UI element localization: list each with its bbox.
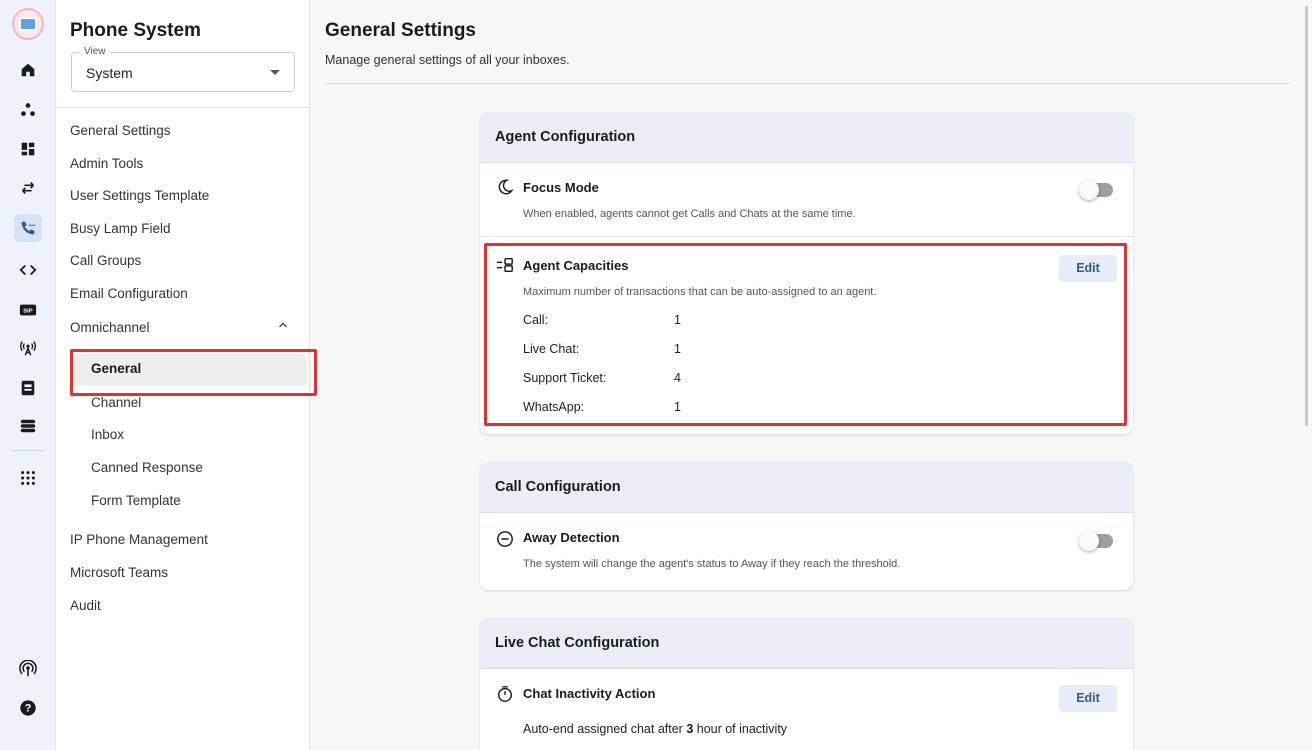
agent-configuration-header: Agent Configuration: [480, 112, 1133, 163]
chat-inactivity-title: Chat Inactivity Action: [523, 686, 656, 701]
app-logo[interactable]: [12, 8, 44, 40]
svg-text:?: ?: [25, 703, 32, 715]
chevron-up-icon[interactable]: [278, 320, 288, 330]
caret-down-icon: [270, 70, 280, 75]
app-rail: SIP ?: [0, 0, 56, 750]
home-icon[interactable]: [14, 56, 42, 84]
antenna-icon[interactable]: [14, 334, 42, 362]
transfer-icon[interactable]: [14, 174, 42, 202]
servers-icon[interactable]: [14, 412, 42, 440]
help-icon[interactable]: ?: [14, 694, 42, 722]
away-detection-title: Away Detection: [523, 530, 620, 545]
header-divider: [325, 83, 1290, 84]
call-configuration-card: Call Configuration Away Detection The sy…: [480, 462, 1133, 590]
view-select[interactable]: View System: [71, 46, 295, 92]
toggle-knob: [1079, 531, 1099, 551]
sidebar-item-ip-phone-management[interactable]: IP Phone Management: [70, 530, 208, 550]
focus-mode-title: Focus Mode: [523, 180, 599, 195]
sidebar-item-call-groups[interactable]: Call Groups: [70, 251, 141, 271]
moon-icon: [498, 179, 514, 195]
focus-mode-toggle[interactable]: [1079, 180, 1113, 200]
minus-circle-icon: [497, 531, 513, 547]
away-detection-row: Away Detection The system will change th…: [480, 513, 1133, 589]
sip-icon[interactable]: SIP: [14, 296, 42, 324]
dots-icon[interactable]: [14, 96, 42, 124]
apps-icon[interactable]: [14, 464, 42, 492]
toggle-knob: [1079, 180, 1099, 200]
sidebar-subitem-channel[interactable]: Channel: [91, 393, 141, 413]
sidebar-subitem-form-template[interactable]: Form Template: [91, 491, 181, 511]
sidebar-subitem-inbox[interactable]: Inbox: [91, 425, 124, 445]
rail-divider: [12, 450, 44, 451]
live-chat-configuration-header: Live Chat Configuration: [480, 618, 1133, 669]
sidebar-item-busy-lamp-field[interactable]: Busy Lamp Field: [70, 219, 171, 239]
page-title: General Settings: [325, 20, 476, 41]
sidebar-title: Phone System: [70, 20, 201, 41]
view-select-value: System: [86, 65, 133, 81]
sidebar-item-microsoft-teams[interactable]: Microsoft Teams: [70, 563, 168, 583]
sidebar-item-audit[interactable]: Audit: [70, 596, 101, 616]
timer-icon: [497, 686, 513, 702]
away-detection-desc: The system will change the agent's statu…: [523, 558, 901, 570]
chat-inactivity-row: Chat Inactivity Action Edit Auto-end ass…: [480, 669, 1133, 750]
chat-inactivity-text: Auto-end assigned chat after 3 hour of i…: [523, 722, 787, 736]
highlight-box-agent-capacities: [484, 243, 1127, 426]
sidebar-subitem-canned-response[interactable]: Canned Response: [91, 458, 203, 478]
live-chat-configuration-card: Live Chat Configuration Chat Inactivity …: [480, 618, 1133, 750]
sidebar-item-email-configuration[interactable]: Email Configuration: [70, 284, 188, 304]
chat-inactivity-edit-button[interactable]: Edit: [1059, 685, 1117, 712]
row-divider: [480, 236, 1133, 237]
scrollbar[interactable]: [1305, 6, 1308, 426]
dashboard-icon[interactable]: [14, 135, 42, 163]
chat-inactivity-text-before: Auto-end assigned chat after: [523, 722, 687, 736]
highlight-box-general: [70, 349, 317, 396]
focus-mode-desc: When enabled, agents cannot get Calls an…: [523, 208, 856, 220]
call-configuration-header: Call Configuration: [480, 462, 1133, 513]
logo-graphic: [19, 17, 37, 31]
contacts-icon[interactable]: [14, 374, 42, 402]
sidebar-divider: [56, 107, 310, 108]
phone-icon[interactable]: [14, 214, 42, 242]
sidebar-item-user-settings-template[interactable]: User Settings Template: [70, 186, 209, 206]
code-icon[interactable]: [14, 256, 42, 284]
broadcast-icon[interactable]: [14, 655, 42, 683]
chat-inactivity-text-after: hour of inactivity: [693, 722, 788, 736]
sidebar-item-general-settings[interactable]: General Settings: [70, 121, 171, 141]
view-select-legend: View: [80, 46, 110, 57]
sidebar-item-omnichannel[interactable]: Omnichannel: [70, 318, 150, 338]
page-subtitle: Manage general settings of all your inbo…: [325, 53, 570, 67]
sip-label: SIP: [23, 309, 33, 315]
away-detection-toggle[interactable]: [1079, 531, 1113, 551]
sidebar-item-admin-tools[interactable]: Admin Tools: [70, 154, 143, 174]
